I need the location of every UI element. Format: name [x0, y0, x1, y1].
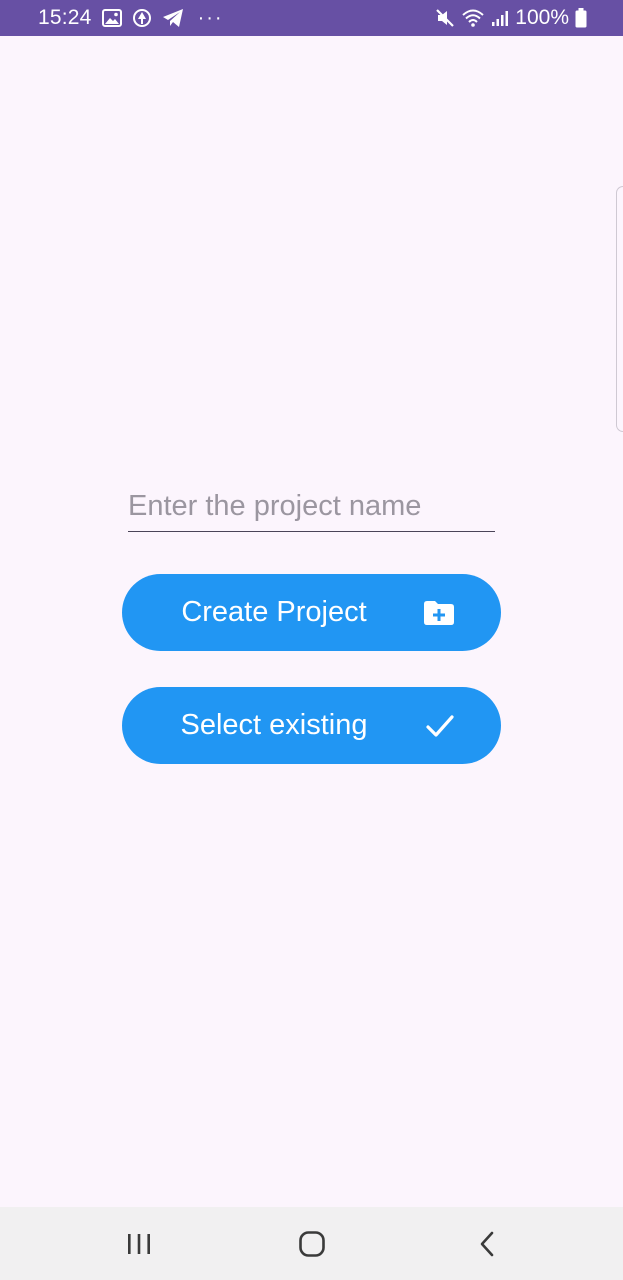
- vpn-icon: [132, 8, 152, 28]
- status-right: 100%: [429, 6, 587, 30]
- main-content: Create Project Select existing: [0, 36, 623, 1207]
- navigation-bar: [0, 1207, 623, 1280]
- telegram-icon: [162, 8, 184, 28]
- status-left: 15:24 ···: [38, 6, 234, 30]
- status-time: 15:24: [38, 6, 92, 29]
- back-icon[interactable]: [477, 1230, 497, 1258]
- edge-panel-handle[interactable]: [616, 186, 623, 432]
- select-existing-button[interactable]: Select existing: [122, 687, 501, 764]
- recents-icon[interactable]: [126, 1232, 152, 1256]
- project-name-input[interactable]: [128, 488, 495, 532]
- home-icon[interactable]: [298, 1230, 326, 1258]
- create-project-button[interactable]: Create Project: [122, 574, 501, 651]
- status-bar: 15:24 ··· 100%: [0, 0, 623, 36]
- signal-icon: [491, 9, 509, 27]
- battery-percent: 100%: [515, 6, 569, 29]
- create-project-label: Create Project: [181, 596, 367, 628]
- more-notifications-icon: ···: [197, 6, 224, 29]
- gallery-icon: [101, 9, 122, 27]
- check-icon: [425, 714, 455, 738]
- wifi-icon: [461, 8, 485, 28]
- mute-icon: [435, 8, 455, 28]
- select-existing-label: Select existing: [180, 709, 368, 741]
- folder-add-icon: [423, 600, 455, 626]
- battery-icon: [575, 8, 587, 28]
